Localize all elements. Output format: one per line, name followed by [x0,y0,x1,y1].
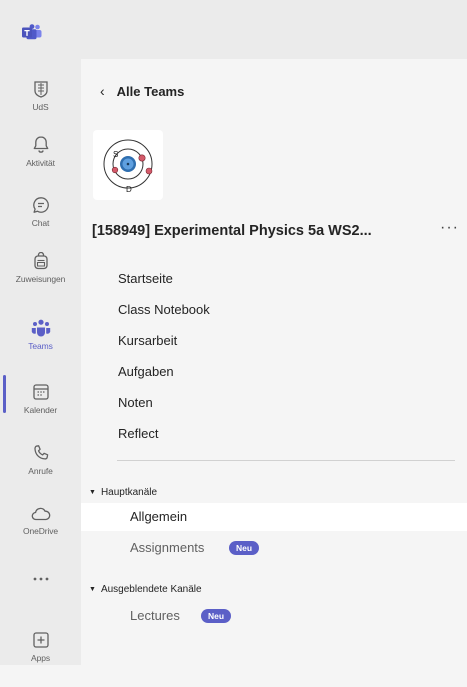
teams-logo-icon [22,24,42,40]
rail-label: Teams [28,341,53,351]
avatar-letter-d: D [126,185,132,194]
rail-label: OneDrive [22,526,59,536]
rail-item-onedrive[interactable]: OneDrive [0,506,81,562]
more-options-button[interactable]: ··· [440,219,459,237]
new-badge: Neu [229,541,260,555]
team-panel: ‹ Alle Teams S D [158949] Experimental P… [81,59,467,665]
app-rail: UdS Aktivität Chat Zuweisungen Teams Kal… [0,59,81,665]
channel-allgemein[interactable]: Allgemein [81,503,467,531]
divider [117,460,455,461]
more-dots-icon [33,577,48,581]
phone-icon [33,445,48,460]
rail-item-kalender[interactable]: Kalender [0,383,81,439]
teams-people-icon [31,319,50,337]
calendar-icon [32,384,49,400]
nav-item-reflect[interactable]: Reflect [118,426,158,441]
nav-item-kursarbeit[interactable]: Kursarbeit [118,333,177,348]
nav-item-aufgaben[interactable]: Aufgaben [118,364,174,379]
avatar-letter-s: S [113,150,118,159]
nav-item-class-notebook[interactable]: Class Notebook [118,302,210,317]
rail-item-uds[interactable]: UdS [0,80,81,136]
section-title: Hauptkanäle [100,487,158,498]
rail-label: Zuweisungen [15,274,66,284]
rail-item-anrufe[interactable]: Anrufe [0,444,81,500]
rail-item-zuweisungen[interactable]: Zuweisungen [0,252,81,308]
section-header-ausgeblendete-kanaele[interactable]: ▼ Ausgeblendete Kanäle [89,584,202,595]
caret-down-icon: ▼ [89,586,96,593]
add-apps-icon [32,632,49,648]
rail-item-chat[interactable]: Chat [0,196,81,252]
back-link-label: Alle Teams [116,83,185,99]
rail-item-apps[interactable]: Apps [0,631,81,687]
rail-label: Apps [31,653,50,663]
rail-label: Anrufe [28,466,53,476]
caret-down-icon: ▼ [89,489,96,496]
back-to-all-teams-link[interactable]: ‹ Alle Teams [100,83,184,99]
rail-label: Aktivität [26,158,55,168]
channel-name: Allgemein [130,509,188,524]
team-avatar: S D [93,130,163,200]
rail-label: Chat [31,218,50,228]
cloud-icon [31,507,50,521]
rail-label: Kalender [23,405,58,415]
channel-name: Lectures [130,608,180,623]
backpack-icon [33,252,48,270]
channel-assignments[interactable]: Assignments Neu [81,534,467,562]
nav-item-startseite[interactable]: Startseite [118,271,173,286]
new-badge: Neu [201,609,232,623]
team-title: [158949] Experimental Physics 5a WS2... [92,223,372,239]
channel-lectures[interactable]: Lectures Neu [81,602,467,630]
section-header-hauptkanaele[interactable]: ▼ Hauptkanäle [89,487,157,498]
top-bar [0,0,467,59]
rail-item-aktivitaet[interactable]: Aktivität [0,135,81,191]
atom-icon: S D [103,139,153,194]
nav-item-noten[interactable]: Noten [118,395,153,410]
chat-icon [32,197,49,213]
channel-name: Assignments [130,540,205,555]
university-crest-icon [33,81,48,98]
rail-item-teams[interactable]: Teams [0,319,81,375]
section-title: Ausgeblendete Kanäle [100,584,202,595]
chevron-left-icon: ‹ [100,83,105,99]
rail-label: UdS [32,102,49,112]
bell-icon [33,136,48,153]
rail-item-more[interactable] [0,576,81,596]
